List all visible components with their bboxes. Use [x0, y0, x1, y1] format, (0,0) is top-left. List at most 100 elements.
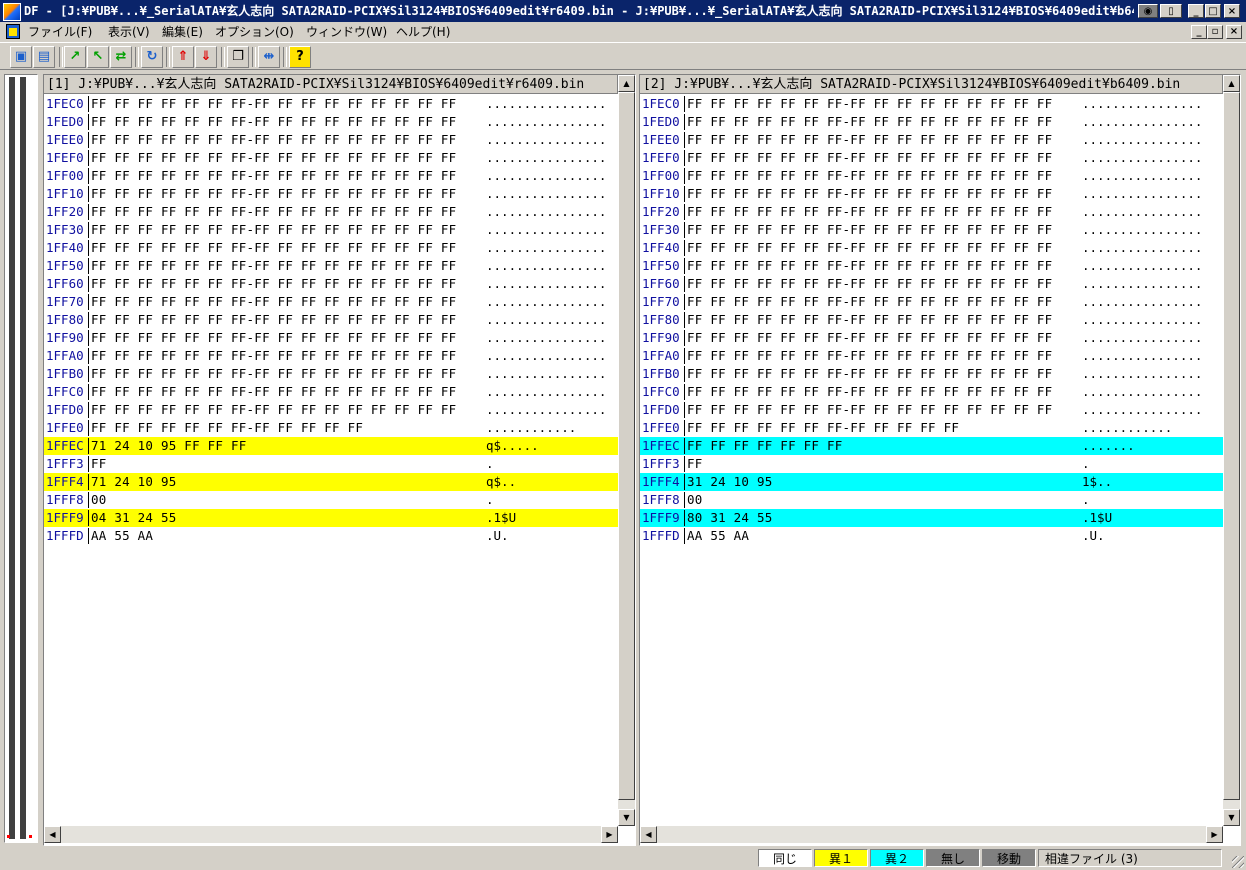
title-scroll-icon[interactable]: ▯ — [1160, 4, 1182, 18]
hex-row[interactable]: 1FF30 FF FF FF FF FF FF FF-FF FF FF FF FF… — [44, 221, 618, 239]
close-button[interactable]: × — [1224, 4, 1240, 18]
hex-row[interactable]: 1FF80 FF FF FF FF FF FF FF-FF FF FF FF FF… — [640, 311, 1223, 329]
scroll-thumb[interactable] — [618, 92, 635, 800]
hex-row[interactable]: 1FFC0 FF FF FF FF FF FF FF-FF FF FF FF FF… — [640, 383, 1223, 401]
scroll-thumb[interactable] — [1223, 92, 1240, 800]
menu-file[interactable]: ファイル(F) — [28, 22, 92, 42]
hex-row[interactable]: 1FF70 FF FF FF FF FF FF FF-FF FF FF FF FF… — [640, 293, 1223, 311]
hex-row[interactable]: 1FF20 FF FF FF FF FF FF FF-FF FF FF FF FF… — [640, 203, 1223, 221]
child-restore-button[interactable]: ▫ — [1207, 25, 1223, 39]
hex-row[interactable]: 1FF60 FF FF FF FF FF FF FF-FF FF FF FF FF… — [640, 275, 1223, 293]
hex-row[interactable]: 1FFEC 71 24 10 95 FF FF FF q$..... — [44, 437, 618, 455]
hex-row[interactable]: 1FF90 FF FF FF FF FF FF FF-FF FF FF FF FF… — [44, 329, 618, 347]
hex-row[interactable]: 1FFE0 FF FF FF FF FF FF FF-FF FF FF FF FF… — [640, 419, 1223, 437]
hex-row[interactable]: 1FF40 FF FF FF FF FF FF FF-FF FF FF FF FF… — [44, 239, 618, 257]
hex-row[interactable]: 1FFEC FF FF FF FF FF FF FF....... — [640, 437, 1223, 455]
hex-row[interactable]: 1FFFD AA 55 AA .U. — [640, 527, 1223, 545]
hex-row[interactable]: 1FF90 FF FF FF FF FF FF FF-FF FF FF FF FF… — [640, 329, 1223, 347]
menu-options[interactable]: オプション(O) — [215, 22, 294, 42]
hex-row[interactable]: 1FFF8 00. — [44, 491, 618, 509]
right-file-pane[interactable]: [2] J:¥PUB¥...¥玄人志向 SATA2RAID-PCIX¥Sil31… — [639, 74, 1241, 846]
hex-row[interactable]: 1FEC0 FF FF FF FF FF FF FF-FF FF FF FF FF… — [640, 95, 1223, 113]
hex-row[interactable]: 1FF40 FF FF FF FF FF FF FF-FF FF FF FF FF… — [640, 239, 1223, 257]
hex-row[interactable]: 1FFB0 FF FF FF FF FF FF FF-FF FF FF FF FF… — [640, 365, 1223, 383]
scroll-down-button[interactable]: ▼ — [1223, 809, 1240, 826]
minimize-button[interactable]: _ — [1188, 4, 1204, 18]
open-folder-icon[interactable]: ▤ — [33, 46, 55, 68]
hex-row[interactable]: 1FFE0 FF FF FF FF FF FF FF-FF FF FF FF FF… — [44, 419, 618, 437]
menu-help[interactable]: ヘルプ(H) — [396, 22, 450, 42]
hex-row[interactable]: 1FF60 FF FF FF FF FF FF FF-FF FF FF FF FF… — [44, 275, 618, 293]
row-hex-bytes: FF FF FF FF FF FF FF-FF FF FF FF FF FF F… — [687, 132, 1053, 147]
diff-overview-bar[interactable] — [4, 74, 38, 843]
hex-row[interactable]: 1FF20 FF FF FF FF FF FF FF-FF FF FF FF FF… — [44, 203, 618, 221]
scroll-left-button[interactable]: ◀ — [44, 826, 61, 843]
next-diff-icon[interactable]: ↖ — [87, 46, 109, 68]
open-compare-icon[interactable]: ▣ — [10, 46, 32, 68]
right-vertical-scrollbar[interactable]: ▲ ▼ — [1223, 75, 1240, 826]
hex-row[interactable]: 1FF00 FF FF FF FF FF FF FF-FF FF FF FF FF… — [44, 167, 618, 185]
scroll-down-button[interactable]: ▼ — [618, 809, 635, 826]
left-vertical-scrollbar[interactable]: ▲ ▼ — [618, 75, 635, 826]
row-hex-bytes: FF FF FF FF FF FF FF-FF FF FF FF FF FF F… — [687, 168, 1053, 183]
hex-row[interactable]: 1FEF0 FF FF FF FF FF FF FF-FF FF FF FF FF… — [640, 149, 1223, 167]
hex-row[interactable]: 1FFF4 71 24 10 95 q$.. — [44, 473, 618, 491]
hex-row[interactable]: 1FF50 FF FF FF FF FF FF FF-FF FF FF FF FF… — [44, 257, 618, 275]
left-horizontal-scrollbar[interactable]: ◀ ▶ — [44, 826, 618, 843]
hex-row[interactable]: 1FF00 FF FF FF FF FF FF FF-FF FF FF FF FF… — [640, 167, 1223, 185]
right-file-header: [2] J:¥PUB¥...¥玄人志向 SATA2RAID-PCIX¥Sil31… — [640, 75, 1223, 94]
hex-row[interactable]: 1FEF0 FF FF FF FF FF FF FF-FF FF FF FF FF… — [44, 149, 618, 167]
hex-row[interactable]: 1FEC0 FF FF FF FF FF FF FF-FF FF FF FF FF… — [44, 95, 618, 113]
split-icon[interactable]: ⇹ — [258, 46, 280, 68]
hex-row[interactable]: 1FF10 FF FF FF FF FF FF FF-FF FF FF FF FF… — [44, 185, 618, 203]
hex-row[interactable]: 1FFB0 FF FF FF FF FF FF FF-FF FF FF FF FF… — [44, 365, 618, 383]
menu-edit[interactable]: 編集(E) — [162, 22, 203, 42]
hex-row[interactable]: 1FF10 FF FF FF FF FF FF FF-FF FF FF FF FF… — [640, 185, 1223, 203]
child-close-button[interactable]: × — [1226, 25, 1242, 39]
hex-row[interactable]: 1FEE0 FF FF FF FF FF FF FF-FF FF FF FF FF… — [640, 131, 1223, 149]
window-extra-icon[interactable]: ◉ — [1138, 4, 1158, 18]
last-diff-icon[interactable]: ⇓ — [195, 46, 217, 68]
maximize-button[interactable]: □ — [1205, 4, 1221, 18]
swap-icon[interactable]: ⇄ — [110, 46, 132, 68]
scroll-up-button[interactable]: ▲ — [618, 75, 635, 92]
hex-row[interactable]: 1FFF9 04 31 24 55 .1$U — [44, 509, 618, 527]
copy-icon[interactable]: ❐ — [227, 46, 249, 68]
hex-row[interactable]: 1FFC0 FF FF FF FF FF FF FF-FF FF FF FF FF… — [44, 383, 618, 401]
hex-row[interactable]: 1FED0 FF FF FF FF FF FF FF-FF FF FF FF FF… — [44, 113, 618, 131]
hex-row[interactable]: 1FEE0 FF FF FF FF FF FF FF-FF FF FF FF FF… — [44, 131, 618, 149]
hex-row[interactable]: 1FFA0 FF FF FF FF FF FF FF-FF FF FF FF FF… — [44, 347, 618, 365]
row-address: 1FF70 — [642, 294, 680, 309]
hex-row[interactable]: 1FF80 FF FF FF FF FF FF FF-FF FF FF FF FF… — [44, 311, 618, 329]
child-minimize-button[interactable]: _ — [1191, 25, 1207, 39]
prev-diff-icon[interactable]: ↗ — [64, 46, 86, 68]
scroll-right-button[interactable]: ▶ — [1206, 826, 1223, 843]
hex-row[interactable]: 1FFD0 FF FF FF FF FF FF FF-FF FF FF FF FF… — [640, 401, 1223, 419]
hex-row[interactable]: 1FFF3 FF. — [640, 455, 1223, 473]
menu-view[interactable]: 表示(V) — [108, 22, 150, 42]
document-icon[interactable] — [6, 24, 20, 39]
row-ascii: ................ — [1082, 168, 1203, 183]
hex-row[interactable]: 1FFF3 FF. — [44, 455, 618, 473]
right-horizontal-scrollbar[interactable]: ◀ ▶ — [640, 826, 1223, 843]
help-icon[interactable]: ? — [289, 46, 311, 68]
resize-grip-icon[interactable] — [1232, 856, 1244, 868]
menu-window[interactable]: ウィンドウ(W) — [306, 22, 387, 42]
hex-row[interactable]: 1FFF8 00. — [640, 491, 1223, 509]
hex-row[interactable]: 1FFF4 31 24 10 95 1$.. — [640, 473, 1223, 491]
app-icon[interactable] — [3, 3, 21, 21]
scroll-right-button[interactable]: ▶ — [601, 826, 618, 843]
hex-row[interactable]: 1FFD0 FF FF FF FF FF FF FF-FF FF FF FF FF… — [44, 401, 618, 419]
hex-row[interactable]: 1FED0 FF FF FF FF FF FF FF-FF FF FF FF FF… — [640, 113, 1223, 131]
scroll-left-button[interactable]: ◀ — [640, 826, 657, 843]
hex-row[interactable]: 1FF70 FF FF FF FF FF FF FF-FF FF FF FF FF… — [44, 293, 618, 311]
hex-row[interactable]: 1FF50 FF FF FF FF FF FF FF-FF FF FF FF FF… — [640, 257, 1223, 275]
refresh-icon[interactable]: ↻ — [141, 46, 163, 68]
first-diff-icon[interactable]: ⇑ — [172, 46, 194, 68]
hex-row[interactable]: 1FFFD AA 55 AA .U. — [44, 527, 618, 545]
hex-row[interactable]: 1FFF9 80 31 24 55 .1$U — [640, 509, 1223, 527]
left-file-pane[interactable]: [1] J:¥PUB¥...¥玄人志向 SATA2RAID-PCIX¥Sil31… — [43, 74, 636, 846]
hex-row[interactable]: 1FF30 FF FF FF FF FF FF FF-FF FF FF FF FF… — [640, 221, 1223, 239]
hex-row[interactable]: 1FFA0 FF FF FF FF FF FF FF-FF FF FF FF FF… — [640, 347, 1223, 365]
scroll-up-button[interactable]: ▲ — [1223, 75, 1240, 92]
